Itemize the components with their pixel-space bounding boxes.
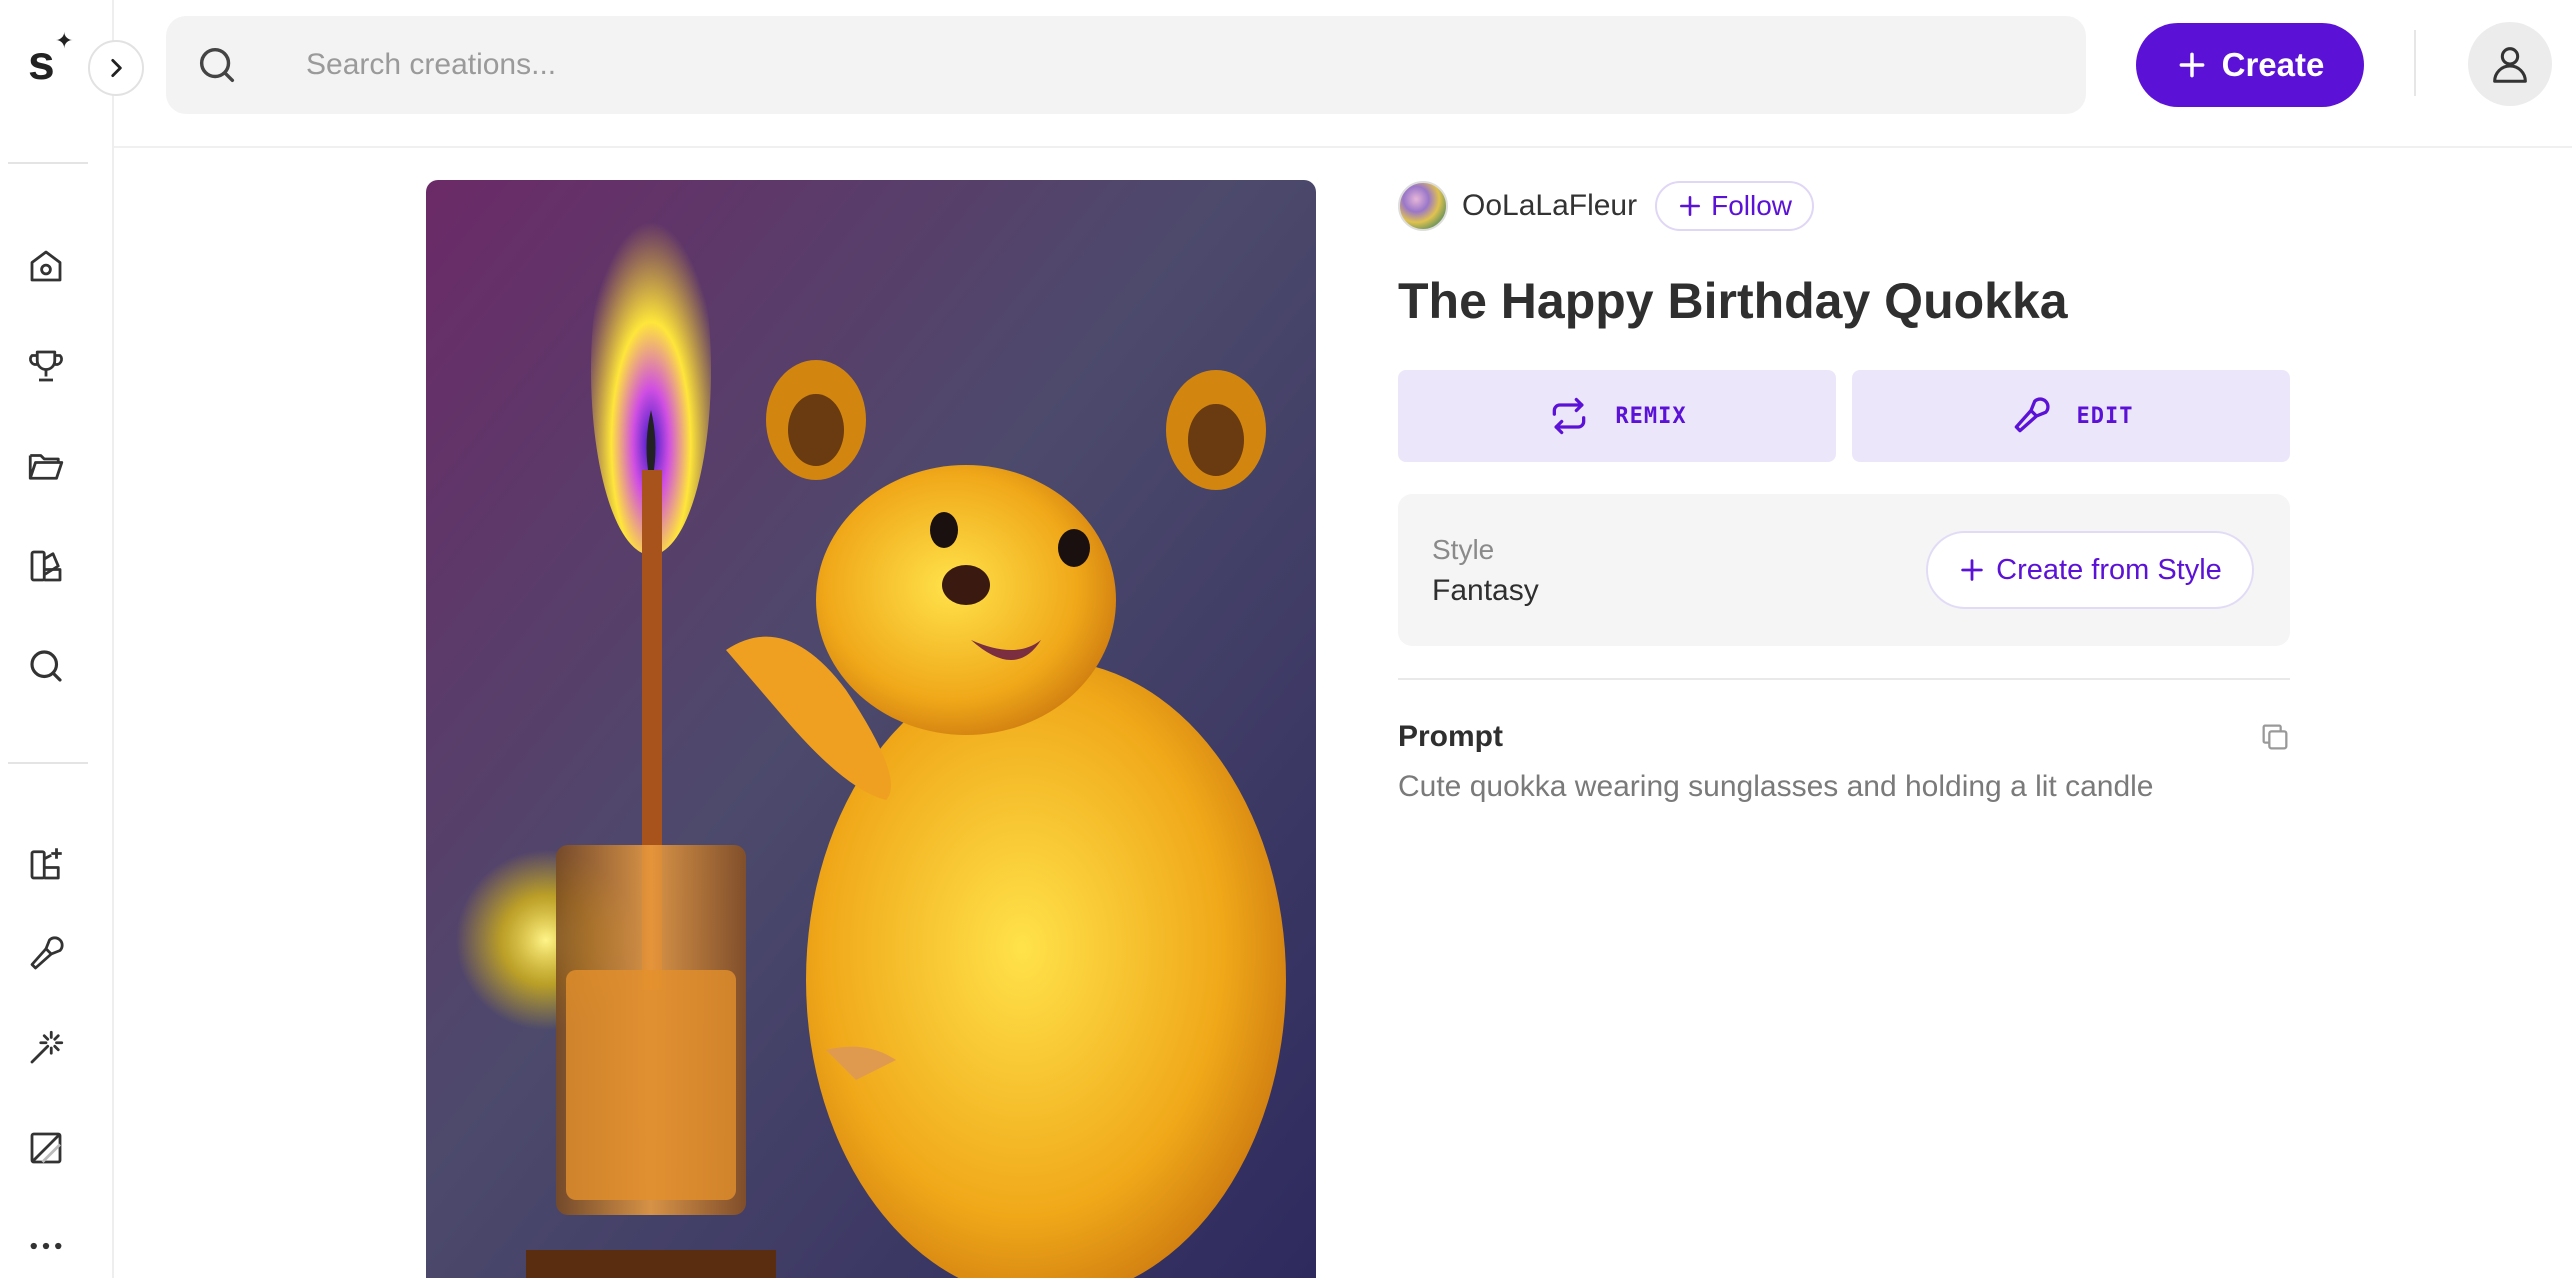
sidebar-item-styles[interactable] [22,542,70,590]
creation-image[interactable] [426,180,1316,1278]
follow-button-label: Follow [1711,190,1793,221]
search-icon [30,650,62,682]
brush-icon [30,936,64,970]
chevron-right-icon [111,59,122,77]
follow-button[interactable]: Follow [1655,181,1815,231]
topbar: Create [114,0,2572,148]
remix-button[interactable]: REMIX [1398,370,1836,462]
brush-icon [2014,397,2050,433]
create-from-style-label: Create from Style [1996,553,2222,586]
sidebar-item-folder[interactable] [22,442,70,490]
home-icon [30,250,62,282]
style-value: Fantasy [1432,574,1539,607]
sparkle-icon: ✦ [55,28,74,53]
author-avatar[interactable] [1398,181,1448,231]
create-from-style-button[interactable]: Create from Style [1926,531,2254,609]
remix-button-label: REMIX [1615,403,1687,429]
sidebar-item-magic[interactable] [22,1024,70,1072]
author-name[interactable]: OoLaLaFleur [1462,189,1637,223]
search-input[interactable] [306,36,2006,94]
logo-letter: s [28,37,55,90]
sidebar-item-search[interactable] [22,642,70,690]
sidebar: s ✦ [0,0,114,1278]
create-button-label: Create [2221,46,2325,83]
edit-button[interactable]: EDIT [1852,370,2290,462]
sidebar-item-trophy[interactable] [22,342,70,390]
prompt-heading: Prompt [1398,720,1503,753]
sidebar-item-home[interactable] [22,242,70,290]
sidebar-item-canvas[interactable] [22,1124,70,1172]
sidebar-item-new-style[interactable] [22,840,70,888]
search-icon [199,47,235,83]
folder-icon [28,454,64,480]
plus-icon [1680,196,1701,216]
sidebar-divider [8,162,88,164]
remix-icon [1553,397,1586,435]
expand-sidebar-button[interactable] [88,40,144,96]
prompt-text: Cute quokka wearing sunglasses and holdi… [1398,770,2154,803]
copy-icon[interactable] [2258,720,2292,754]
magic-wand-icon [30,1030,64,1064]
more-icon [30,1242,62,1250]
plus-icon [2179,52,2205,78]
trophy-icon [29,350,63,382]
add-style-icon [30,848,62,880]
canvas-icon [30,1132,62,1164]
edit-button-label: EDIT [2076,403,2134,429]
style-card: Style Fantasy Create from Style [1398,494,2290,646]
sidebar-item-more[interactable] [22,1222,70,1270]
search-bar[interactable] [166,16,2086,114]
styles-icon [30,550,62,582]
create-button[interactable]: Create [2136,23,2364,107]
sidebar-item-brush[interactable] [22,930,70,978]
style-label: Style [1432,534,1495,565]
user-icon [2493,47,2527,83]
plus-icon [1961,559,1983,581]
divider [1398,678,2290,680]
creation-title: The Happy Birthday Quokka [1398,273,2068,329]
topbar-divider [2414,30,2416,96]
profile-button[interactable] [2468,22,2552,106]
sidebar-divider [8,762,88,764]
author-row: OoLaLaFleur Follow [1398,180,1815,232]
logo[interactable]: s ✦ [28,28,78,96]
